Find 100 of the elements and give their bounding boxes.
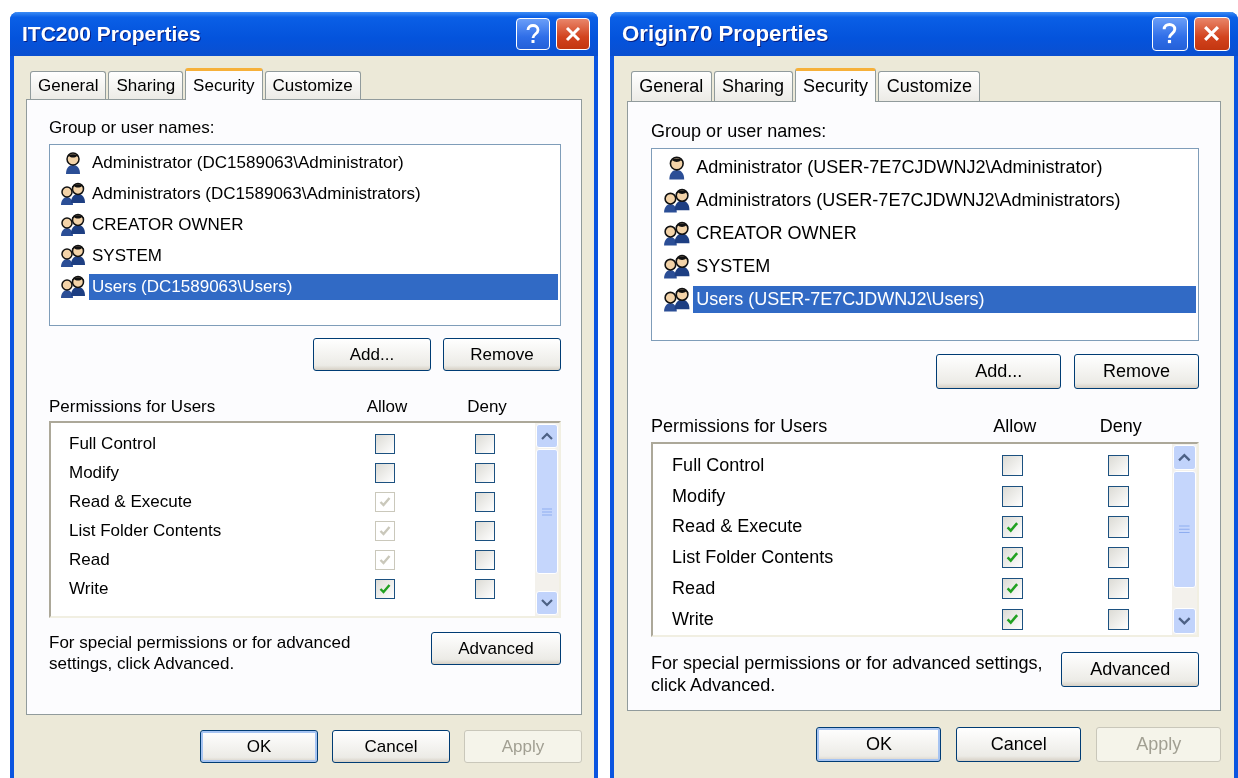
checkbox[interactable]: [375, 578, 395, 599]
permission-name: Full Control: [672, 454, 766, 476]
tab[interactable]: Security: [185, 68, 263, 100]
checkbox[interactable]: [1002, 608, 1024, 630]
check-icon: [1006, 520, 1019, 534]
permission-name: Write: [69, 578, 110, 599]
permission-name: Read & Execute: [69, 491, 193, 512]
dialog-button[interactable]: Remove: [1074, 353, 1200, 389]
permissions-label: Permissions for Users: [49, 397, 217, 417]
scrollbar[interactable]: [535, 423, 559, 616]
dialog-button[interactable]: OK: [816, 726, 942, 762]
checkbox[interactable]: [475, 433, 495, 454]
checkbox[interactable]: [475, 549, 495, 570]
scroll-thumb[interactable]: [536, 449, 558, 574]
user-group-icon: [662, 186, 691, 215]
checkbox[interactable]: [375, 462, 395, 483]
user-list-item[interactable]: CREATOR OWNER: [89, 211, 247, 238]
checkbox[interactable]: [1108, 516, 1130, 538]
check-icon: [1006, 551, 1019, 564]
dialog-button[interactable]: Cancel: [332, 730, 450, 763]
dialog-button[interactable]: Remove: [443, 338, 561, 371]
checkbox[interactable]: [1108, 608, 1130, 630]
check-icon: [1006, 612, 1019, 626]
checkbox[interactable]: [475, 462, 495, 483]
permission-name: List Folder Contents: [69, 520, 223, 541]
tab[interactable]: Customize: [264, 71, 361, 99]
close-button[interactable]: [1193, 17, 1230, 51]
window-title: ITC200 Properties: [22, 22, 202, 46]
user-list-item[interactable]: SYSTEM: [693, 252, 774, 280]
tab[interactable]: General: [630, 71, 712, 101]
user-group-icon: [662, 252, 691, 281]
scroll-up-button[interactable]: [536, 424, 558, 448]
column-header: Deny: [466, 397, 508, 417]
tab[interactable]: General: [30, 71, 107, 99]
user-list-item[interactable]: Users (DC1589063\Users): [89, 273, 558, 300]
user-group-icon: [662, 219, 691, 248]
permission-name: Read: [69, 549, 111, 570]
group-label: Group or user names:: [651, 121, 828, 142]
checkbox[interactable]: [475, 520, 495, 541]
dialog-button[interactable]: Cancel: [956, 726, 1082, 762]
dialog-button[interactable]: OK: [200, 730, 318, 763]
advanced-note: For special permissions or for advanced settings, click Advanced.: [49, 632, 352, 675]
chevron-up-icon: [541, 432, 553, 440]
user-group-icon: [662, 285, 691, 314]
user-list-item[interactable]: Administrator (DC1589063\Administrator): [89, 149, 407, 176]
check-icon: [379, 582, 391, 595]
user-group-icon: [60, 180, 86, 207]
column-header: Allow: [992, 416, 1038, 438]
scroll-down-button[interactable]: [1172, 608, 1197, 634]
permission-name: List Folder Contents: [672, 547, 835, 569]
user-group-icon: [60, 273, 86, 300]
checkbox[interactable]: [1002, 516, 1024, 538]
checkbox[interactable]: [1108, 577, 1130, 599]
tab[interactable]: Security: [794, 68, 877, 102]
checkbox[interactable]: [1002, 547, 1024, 569]
user-list-item[interactable]: SYSTEM: [89, 242, 165, 269]
user-list-item[interactable]: Administrator (USER-7E7CJDWNJ2\Administrator): [693, 154, 1106, 182]
checkbox[interactable]: [375, 433, 395, 454]
user-group-icon: [60, 211, 86, 238]
close-button[interactable]: [556, 18, 590, 50]
tab[interactable]: Sharing: [713, 71, 793, 101]
tab[interactable]: Customize: [878, 71, 981, 101]
scroll-down-button[interactable]: [536, 591, 558, 615]
scroll-thumb[interactable]: [1172, 471, 1197, 588]
user-list-item[interactable]: CREATOR OWNER: [693, 220, 860, 248]
advanced-button[interactable]: Advanced: [1061, 651, 1200, 687]
checkbox[interactable]: [1108, 547, 1130, 569]
permission-name: Write: [672, 608, 715, 630]
chevron-down-icon: [1178, 616, 1191, 626]
grip-icon: [542, 507, 552, 516]
dialog-button[interactable]: Add...: [936, 353, 1062, 389]
permission-name: Read: [672, 577, 717, 599]
help-button[interactable]: [1151, 17, 1188, 51]
check-icon: [379, 524, 391, 537]
scrollbar[interactable]: [1171, 443, 1198, 635]
checkbox[interactable]: [1002, 577, 1024, 599]
group-label: Group or user names:: [49, 118, 216, 138]
checkbox[interactable]: [1002, 485, 1024, 507]
checkbox[interactable]: [1108, 454, 1130, 477]
permission-name: Modify: [672, 485, 727, 507]
user-list-item[interactable]: Users (USER-7E7CJDWNJ2\Users): [693, 285, 1196, 313]
help-icon: [1161, 23, 1179, 45]
user-list-item[interactable]: Administrators (USER-7E7CJDWNJ2\Administrators): [693, 187, 1124, 215]
advanced-button[interactable]: Advanced: [431, 632, 561, 665]
checkbox[interactable]: [1108, 485, 1130, 507]
column-header: Deny: [1098, 416, 1143, 438]
help-icon: [525, 24, 541, 44]
help-button[interactable]: [516, 18, 550, 50]
tab[interactable]: Sharing: [108, 71, 184, 99]
permission-name: Modify: [69, 462, 121, 483]
advanced-note: For special permissions or for advanced settings, click Advanced.: [651, 651, 1044, 697]
checkbox[interactable]: [475, 578, 495, 599]
user-list-item[interactable]: Administrators (DC1589063\Administrators): [89, 180, 424, 207]
column-header: Allow: [365, 397, 409, 417]
chevron-down-icon: [541, 599, 553, 607]
dialog-button[interactable]: Add...: [313, 338, 431, 371]
close-icon: [1202, 24, 1222, 44]
checkbox[interactable]: [475, 491, 495, 512]
checkbox[interactable]: [1002, 454, 1024, 477]
scroll-up-button[interactable]: [1172, 444, 1197, 471]
